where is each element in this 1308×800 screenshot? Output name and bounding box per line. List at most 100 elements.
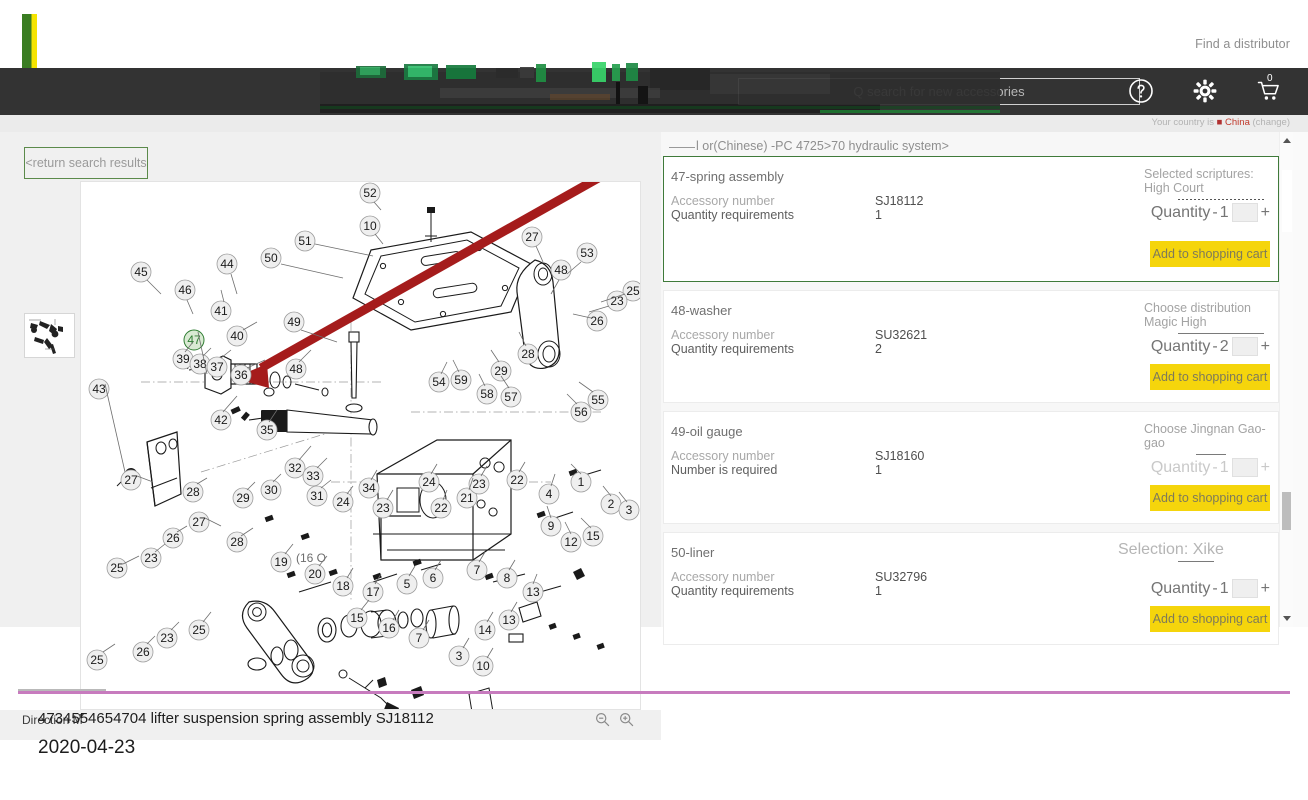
svg-text:2: 2 — [608, 497, 615, 511]
cart-icon[interactable]: 0 — [1254, 73, 1284, 107]
svg-text:8: 8 — [504, 571, 511, 585]
svg-text:28: 28 — [521, 347, 535, 361]
svg-text:28: 28 — [186, 485, 200, 499]
quantity-stepper[interactable]: Quantity - 1 + — [1151, 458, 1270, 477]
quantity-decrement-button[interactable]: - — [1212, 459, 1217, 477]
svg-text:15: 15 — [586, 529, 600, 543]
distribution-chooser[interactable]: Selection: Xike — [1118, 542, 1278, 562]
svg-text:19: 19 — [274, 555, 288, 569]
svg-text:23: 23 — [160, 631, 174, 645]
distribution-chooser[interactable]: Selected scriptures: High Court — [1144, 167, 1272, 200]
svg-text:5: 5 — [404, 577, 411, 591]
quantity-decrement-button[interactable]: - — [1212, 204, 1217, 222]
svg-text:45: 45 — [134, 265, 148, 279]
part-title: 49-oil gauge — [671, 424, 743, 439]
quantity-stepper[interactable]: Quantity - 1 + — [1151, 203, 1270, 222]
svg-text:6: 6 — [430, 571, 437, 585]
add-to-cart-button[interactable]: Add to shopping cart — [1150, 606, 1270, 632]
svg-text:17: 17 — [366, 585, 380, 599]
find-distributor-link[interactable]: Find a distributor — [1195, 37, 1290, 51]
part-card[interactable]: 50-liner Accessory number SU32796 Quanti… — [663, 532, 1279, 645]
scroll-down-arrow-icon[interactable] — [1283, 616, 1291, 621]
country-change-link[interactable]: (change) — [1253, 117, 1291, 128]
svg-text:13: 13 — [502, 613, 516, 627]
svg-text:30: 30 — [264, 483, 278, 497]
quantity-requirement-value: 2 — [875, 342, 882, 356]
part-card-selected[interactable]: 47-spring assembly Accessory number SJ18… — [663, 156, 1279, 282]
svg-text:23: 23 — [610, 294, 624, 308]
svg-text:48: 48 — [289, 362, 303, 376]
svg-text:43: 43 — [92, 382, 106, 396]
search-input[interactable] — [739, 79, 1139, 104]
svg-text:18: 18 — [336, 579, 350, 593]
quantity-input[interactable] — [1231, 579, 1258, 598]
scrollbar-track[interactable] — [1282, 170, 1292, 232]
svg-text:20: 20 — [308, 567, 322, 581]
svg-text:29: 29 — [236, 491, 250, 505]
scroll-up-arrow-icon[interactable] — [1283, 138, 1291, 143]
diagram-thumbnail[interactable] — [24, 313, 75, 358]
parts-diagram-viewer[interactable]: 52 10 51 50 27 53 48 25 23 26 45 46 44 41 40 49 … — [80, 181, 641, 710]
cart-count-badge: 0 — [1267, 73, 1273, 84]
quantity-stepper-label: Quantity — [1150, 458, 1211, 476]
quantity-increment-button[interactable]: + — [1261, 580, 1270, 598]
quantity-requirement-label: Quantity requirements — [671, 342, 794, 356]
quantity-input[interactable] — [1231, 203, 1258, 222]
add-to-cart-button[interactable]: Add to shopping cart — [1150, 485, 1270, 511]
quantity-value: 2 — [1219, 337, 1229, 355]
quantity-decrement-button[interactable]: - — [1212, 580, 1217, 598]
return-search-results-button[interactable]: <return search results — [24, 147, 148, 179]
svg-text:26: 26 — [166, 531, 180, 545]
svg-text:27: 27 — [124, 473, 138, 487]
svg-text:54: 54 — [432, 375, 446, 389]
accessory-number-label: Accessory number — [671, 194, 775, 208]
quantity-stepper[interactable]: Quantity - 1 + — [1151, 579, 1270, 598]
accessory-number-value: SU32621 — [875, 328, 928, 342]
svg-text:3: 3 — [456, 649, 463, 663]
part-card[interactable]: 48-washer Accessory number SU32621 Quant… — [663, 290, 1279, 403]
vertical-scrollbar[interactable] — [1279, 132, 1293, 627]
zoom-out-icon[interactable] — [595, 712, 610, 732]
svg-text:33: 33 — [306, 469, 320, 483]
quantity-increment-button[interactable]: + — [1261, 338, 1270, 356]
svg-text:22: 22 — [434, 501, 448, 515]
distribution-chooser[interactable]: Choose distribution Magic High — [1144, 301, 1272, 334]
svg-text:57: 57 — [504, 390, 518, 404]
add-to-cart-button[interactable]: Add to shopping cart — [1150, 364, 1270, 390]
quantity-increment-button[interactable]: + — [1261, 204, 1270, 222]
distribution-chooser[interactable]: Choose Jingnan Gao-gao — [1144, 422, 1272, 455]
svg-text:48: 48 — [554, 263, 568, 277]
svg-text:41: 41 — [214, 304, 228, 318]
svg-text:31: 31 — [310, 489, 324, 503]
distribution-chooser-label: Choose Jingnan Gao-gao — [1144, 422, 1266, 450]
svg-text:51: 51 — [298, 234, 312, 248]
scrollbar-thumb[interactable] — [1282, 492, 1291, 530]
svg-text:53: 53 — [580, 246, 594, 260]
distribution-chooser-underline — [1178, 333, 1264, 334]
quantity-decrement-button[interactable]: - — [1212, 338, 1217, 356]
quantity-stepper[interactable]: Quantity - 2 + — [1151, 337, 1270, 356]
quantity-input[interactable] — [1231, 337, 1258, 356]
quantity-input[interactable] — [1231, 458, 1258, 477]
zoom-in-icon[interactable] — [619, 712, 634, 732]
svg-text:25: 25 — [90, 653, 104, 667]
part-card[interactable]: 49-oil gauge Accessory number SJ18160 Nu… — [663, 411, 1279, 524]
svg-text:1: 1 — [578, 475, 585, 489]
quantity-requirement-label: Quantity requirements — [671, 584, 794, 598]
svg-text:23: 23 — [144, 551, 158, 565]
quantity-increment-button[interactable]: + — [1261, 459, 1270, 477]
breadcrumb-text: l or(Chinese) -PC 4725>70 hydraulic syst… — [696, 139, 949, 153]
search-box[interactable] — [738, 78, 1140, 105]
breadcrumb[interactable]: l or(Chinese) -PC 4725>70 hydraulic syst… — [669, 139, 949, 153]
zoom-controls — [595, 712, 634, 732]
quantity-requirement-value: 1 — [875, 584, 882, 598]
footer-divider — [18, 691, 1290, 694]
svg-text:22: 22 — [510, 473, 524, 487]
svg-text:3: 3 — [626, 503, 633, 517]
help-icon[interactable] — [1126, 75, 1156, 107]
add-to-cart-button[interactable]: Add to shopping cart — [1150, 241, 1270, 267]
country-bar: Your country is ■ China (change) — [0, 115, 1308, 132]
country-selector[interactable]: Your country is ■ China (change) — [1152, 117, 1291, 128]
svg-text:16: 16 — [382, 621, 396, 635]
gear-icon[interactable] — [1190, 75, 1220, 107]
